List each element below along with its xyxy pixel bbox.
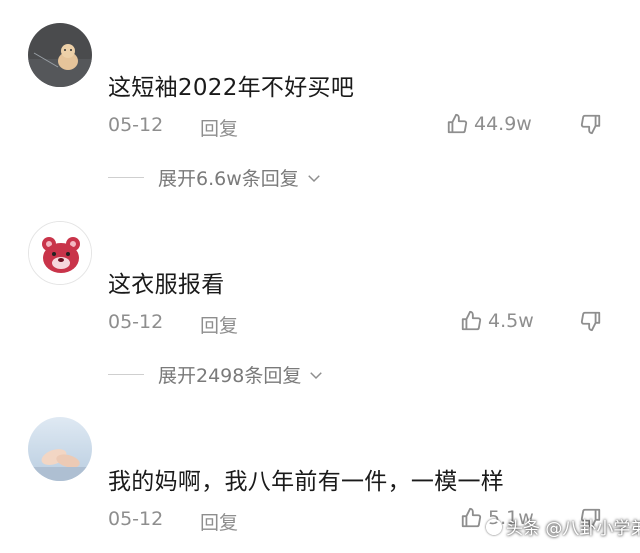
chevron-down-icon [310, 371, 323, 379]
avatar[interactable] [28, 417, 92, 481]
expand-replies-label: 展开2498条回复 [158, 365, 302, 387]
comment-text: 我的妈啊，我八年前有一件，一模一样 [108, 469, 505, 495]
comment-text: 这短袖2022年不好买吧 [108, 75, 355, 101]
like-button[interactable]: 4.5w [460, 310, 534, 332]
avatar[interactable] [28, 221, 92, 285]
expand-replies[interactable]: 展开6.6w条回复 [108, 164, 323, 191]
like-button[interactable]: 44.9w [446, 113, 532, 135]
comment-text: 这衣服报看 [108, 272, 225, 298]
reply-button[interactable]: 回复 [200, 508, 238, 535]
thumbs-up-icon [461, 507, 482, 528]
comment-date: 05-12 [108, 508, 164, 530]
thumbs-up-icon [447, 113, 468, 134]
expand-replies-label: 展开6.6w条回复 [158, 168, 299, 190]
thumbs-up-icon [461, 310, 482, 331]
source-watermark: 头条 @八卦小学弟 [486, 514, 640, 539]
avatar[interactable] [28, 23, 92, 87]
like-count: 4.5w [488, 310, 534, 332]
dislike-button[interactable] [580, 310, 602, 336]
thumbs-down-icon [580, 311, 601, 332]
watermark-logo-icon [486, 518, 502, 535]
divider-line [108, 374, 144, 375]
dislike-button[interactable] [580, 113, 602, 139]
comment-date: 05-12 [108, 114, 164, 136]
divider-line [108, 177, 144, 178]
reply-button[interactable]: 回复 [200, 114, 238, 141]
expand-replies[interactable]: 展开2498条回复 [108, 361, 325, 388]
like-count: 44.9w [474, 113, 532, 135]
chevron-down-icon [307, 174, 320, 182]
comment-date: 05-12 [108, 311, 164, 333]
watermark-text: 头条 @八卦小学弟 [506, 519, 640, 539]
reply-button[interactable]: 回复 [200, 311, 238, 338]
thumbs-down-icon [580, 114, 601, 135]
